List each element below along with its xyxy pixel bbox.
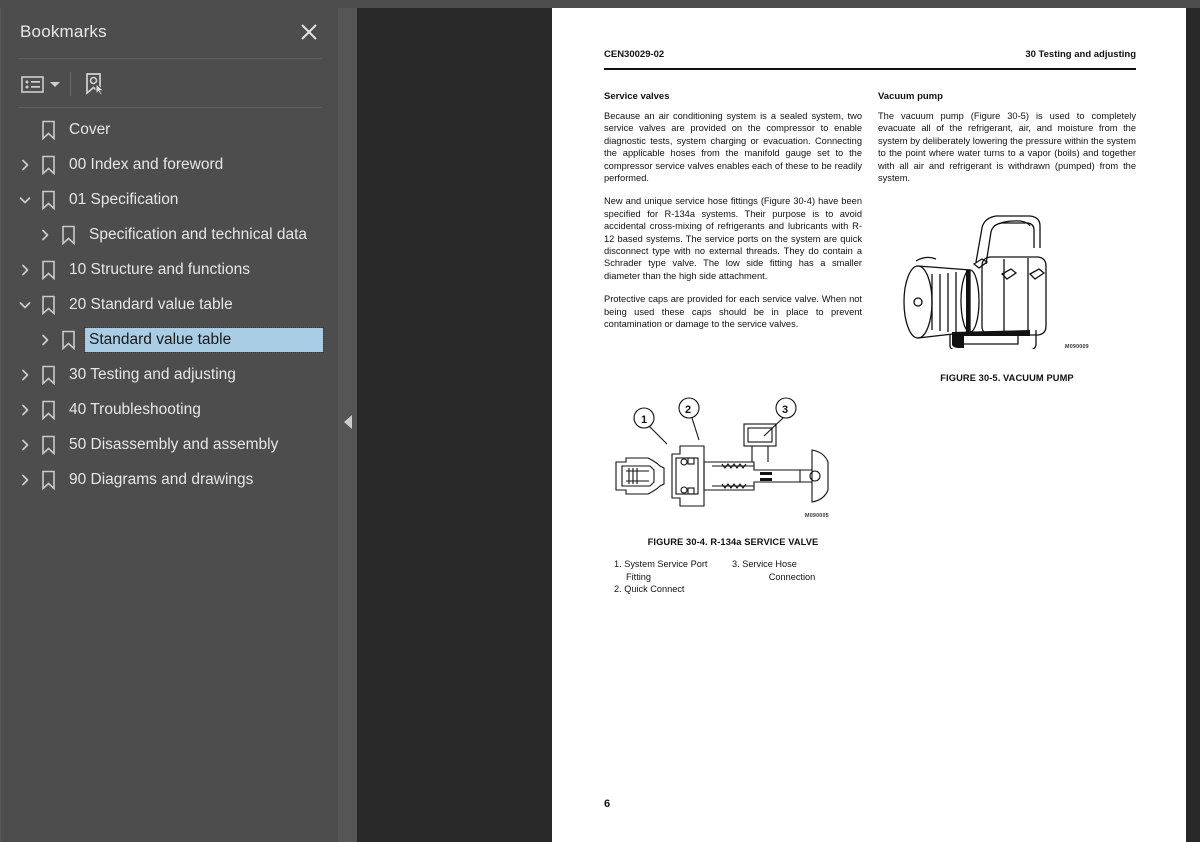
page-header-right: 30 Testing and adjusting xyxy=(1025,49,1136,60)
bookmark-icon xyxy=(37,364,59,386)
chevron-right-icon[interactable] xyxy=(15,365,35,385)
bookmarks-tree: Cover 00 Index and foreword 01 Specificati… xyxy=(1,112,338,497)
bookmark-label: Cover xyxy=(69,120,111,138)
figure-30-4-id-code: M090005 xyxy=(805,513,829,519)
bookmarks-header: Bookmarks xyxy=(1,8,338,54)
figure-30-5-caption: FIGURE 30-5. VACUUM PUMP xyxy=(940,373,1074,383)
page-header-rule xyxy=(604,68,1136,70)
paragraph: New and unique service hose fittings (Fi… xyxy=(604,196,862,281)
paragraph: Protective caps are provided for each se… xyxy=(604,294,862,330)
page-number: 6 xyxy=(604,798,611,810)
bookmark-icon xyxy=(57,329,79,351)
chevron-right-icon[interactable] xyxy=(15,400,35,420)
left-text-column: Service valves Because an air conditioni… xyxy=(604,91,862,331)
chevron-right-icon[interactable] xyxy=(15,435,35,455)
bookmark-label: 01 Specification xyxy=(69,190,179,208)
bookmark-row[interactable]: 50 Disassembly and assembly xyxy=(1,427,338,462)
bookmarks-sidebar: Bookmarks Cover 00 Index and foreword 01… xyxy=(0,8,338,842)
divider-top xyxy=(18,58,322,59)
bookmark-row[interactable]: 10 Structure and functions xyxy=(1,252,338,287)
bookmark-row[interactable]: 01 Specification xyxy=(1,182,338,217)
bookmark-row[interactable]: Specification and technical data xyxy=(1,217,338,252)
triangle-left-icon[interactable] xyxy=(344,415,352,429)
bookmark-label: 30 Testing and adjusting xyxy=(69,365,236,383)
bookmark-icon xyxy=(37,434,59,456)
close-icon[interactable] xyxy=(298,21,320,43)
bookmarks-toolbar xyxy=(21,68,106,100)
paragraph: Because an air conditioning system is a … xyxy=(604,111,862,184)
figure-30-5-id-code: M090009 xyxy=(1065,344,1089,350)
chevron-right-icon[interactable] xyxy=(15,260,35,280)
right-text-column: Vacuum pump The vacuum pump (Figure 30-5… xyxy=(878,91,1136,184)
section-heading-vacuum-pump: Vacuum pump xyxy=(878,91,943,102)
chevron-right-icon[interactable] xyxy=(15,155,35,175)
bookmark-label: 90 Diagrams and drawings xyxy=(69,470,254,488)
paragraph: The vacuum pump (Figure 30-5) is used to… xyxy=(878,111,1136,184)
divider-bottom xyxy=(18,107,322,108)
bookmark-row[interactable]: 40 Troubleshooting xyxy=(1,392,338,427)
bookmark-row[interactable]: Cover xyxy=(1,112,338,147)
legend-item: 3. Service Hose xyxy=(732,559,797,569)
chevron-down-icon[interactable] xyxy=(15,190,35,210)
section-heading-service-valves: Service valves xyxy=(604,91,670,102)
bookmark-icon xyxy=(57,224,79,246)
bookmark-icon xyxy=(37,399,59,421)
bookmark-icon xyxy=(37,119,59,141)
bookmark-row[interactable]: 20 Standard value table xyxy=(1,287,338,322)
legend-item: Connection xyxy=(768,571,816,582)
pdf-page: CEN30029-02 30 Testing and adjusting Ser… xyxy=(552,8,1186,842)
svg-text:3: 3 xyxy=(782,404,788,416)
bookmark-label: 40 Troubleshooting xyxy=(69,400,201,418)
page-header: CEN30029-02 30 Testing and adjusting xyxy=(604,49,1136,60)
chevron-down-icon[interactable] xyxy=(15,295,35,315)
chevron-down-icon[interactable] xyxy=(50,81,60,87)
bookmark-row[interactable]: 00 Index and foreword xyxy=(1,147,338,182)
bookmark-row[interactable]: 90 Diagrams and drawings xyxy=(1,462,338,497)
bookmarks-panel-title: Bookmarks xyxy=(20,22,107,41)
bookmark-icon xyxy=(37,469,59,491)
svg-text:1: 1 xyxy=(641,414,647,426)
chevron-right-icon[interactable] xyxy=(15,470,35,490)
bookmark-label: Standard value table xyxy=(84,326,324,353)
bookmark-icon xyxy=(37,259,59,281)
bookmark-label: 10 Structure and functions xyxy=(69,260,250,278)
toolbar-divider xyxy=(70,72,71,96)
figure-30-4-service-valve: 1 2 3 xyxy=(604,396,862,526)
bookmark-select-icon[interactable] xyxy=(83,72,106,96)
bookmark-label: 00 Index and foreword xyxy=(69,155,224,173)
legend-item: 1. System Service Port xyxy=(614,559,708,569)
legend-item: 2. Quick Connect xyxy=(614,584,685,595)
chevron-right-icon[interactable] xyxy=(35,225,55,245)
bookmark-label: Specification and technical data xyxy=(89,225,308,243)
figure-30-4-caption: FIGURE 30-4. R-134a SERVICE VALVE xyxy=(647,537,819,547)
chevron-right-icon[interactable] xyxy=(35,330,55,350)
svg-text:2: 2 xyxy=(685,404,691,416)
window-top-strip xyxy=(0,0,1200,8)
legend-item: Fitting xyxy=(626,571,652,582)
bookmark-label: 50 Disassembly and assembly xyxy=(69,435,279,453)
twisty-spacer xyxy=(15,120,35,140)
figure-30-4-legend: 1. System Service Port Fitting 2. Quick … xyxy=(614,558,862,596)
bookmark-icon xyxy=(37,154,59,176)
figure-30-5-vacuum-pump xyxy=(878,204,1136,351)
bookmark-row[interactable]: Standard value table xyxy=(1,322,338,357)
bookmark-icon xyxy=(37,189,59,211)
list-options-icon[interactable] xyxy=(21,75,44,94)
pdf-viewer-window: Bookmarks Cover 00 Index and foreword 01… xyxy=(0,0,1200,842)
bookmark-row[interactable]: 30 Testing and adjusting xyxy=(1,357,338,392)
page-header-left: CEN30029-02 xyxy=(604,49,665,60)
bookmark-label: 20 Standard value table xyxy=(69,295,233,313)
bookmark-icon xyxy=(37,294,59,316)
